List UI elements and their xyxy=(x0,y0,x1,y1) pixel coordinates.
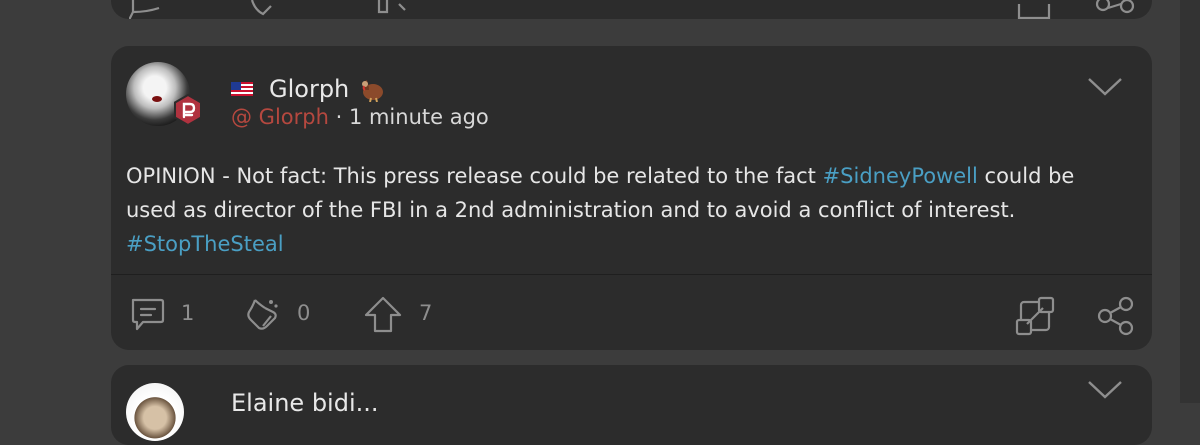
echo-count: 0 xyxy=(297,301,311,325)
echo-icon xyxy=(247,299,278,330)
post-text-part: OPINION - Not fact: This press release c… xyxy=(126,164,823,188)
meta-separator: · xyxy=(328,105,349,129)
chevron-down-icon[interactable] xyxy=(1087,76,1123,98)
next-post-card: Elaine bidi... xyxy=(111,365,1152,445)
turkey-icon xyxy=(362,80,383,102)
expand-icon xyxy=(1015,296,1055,336)
expand-icon[interactable] xyxy=(1017,0,1053,19)
post-body: OPINION - Not fact: This press release c… xyxy=(126,159,1106,261)
avatar[interactable] xyxy=(126,383,184,441)
upvote-count: 7 xyxy=(419,301,433,325)
comment-button[interactable]: 1 xyxy=(129,296,209,332)
echo-button[interactable]: 0 xyxy=(243,296,333,332)
previous-post-card xyxy=(111,0,1152,19)
comment-icon[interactable] xyxy=(129,0,165,19)
upvote-icon[interactable] xyxy=(373,0,413,19)
post-card: Glorph @ Glorph · 1 minute ago OPINION -… xyxy=(111,46,1152,350)
author-handle[interactable]: @ Glorph xyxy=(231,105,329,129)
hashtag-link[interactable]: #SidneyPowell xyxy=(823,164,978,188)
comment-count: 1 xyxy=(181,301,195,325)
post-meta: @ Glorph · 1 minute ago xyxy=(231,104,489,130)
divider xyxy=(111,274,1152,275)
author-name[interactable]: Glorph xyxy=(269,74,349,104)
us-flag-icon xyxy=(231,82,253,96)
avatar-detail xyxy=(152,96,162,102)
hashtag-link[interactable]: #StopTheSteal xyxy=(126,232,284,256)
parler-badge-icon xyxy=(174,94,202,126)
share-icon[interactable] xyxy=(1095,0,1135,19)
page-scroll-gutter xyxy=(1180,0,1200,403)
post-timestamp: 1 minute ago xyxy=(348,105,489,129)
comment-icon xyxy=(131,298,165,331)
chevron-down-icon[interactable] xyxy=(1087,379,1123,401)
echo-icon[interactable] xyxy=(249,0,279,19)
upvote-icon xyxy=(364,296,402,333)
author-name[interactable]: Elaine bidi... xyxy=(231,389,379,417)
share-button[interactable] xyxy=(1095,296,1135,336)
share-icon xyxy=(1097,296,1134,336)
expand-button[interactable] xyxy=(1015,296,1055,336)
upvote-button[interactable]: 7 xyxy=(363,296,453,333)
